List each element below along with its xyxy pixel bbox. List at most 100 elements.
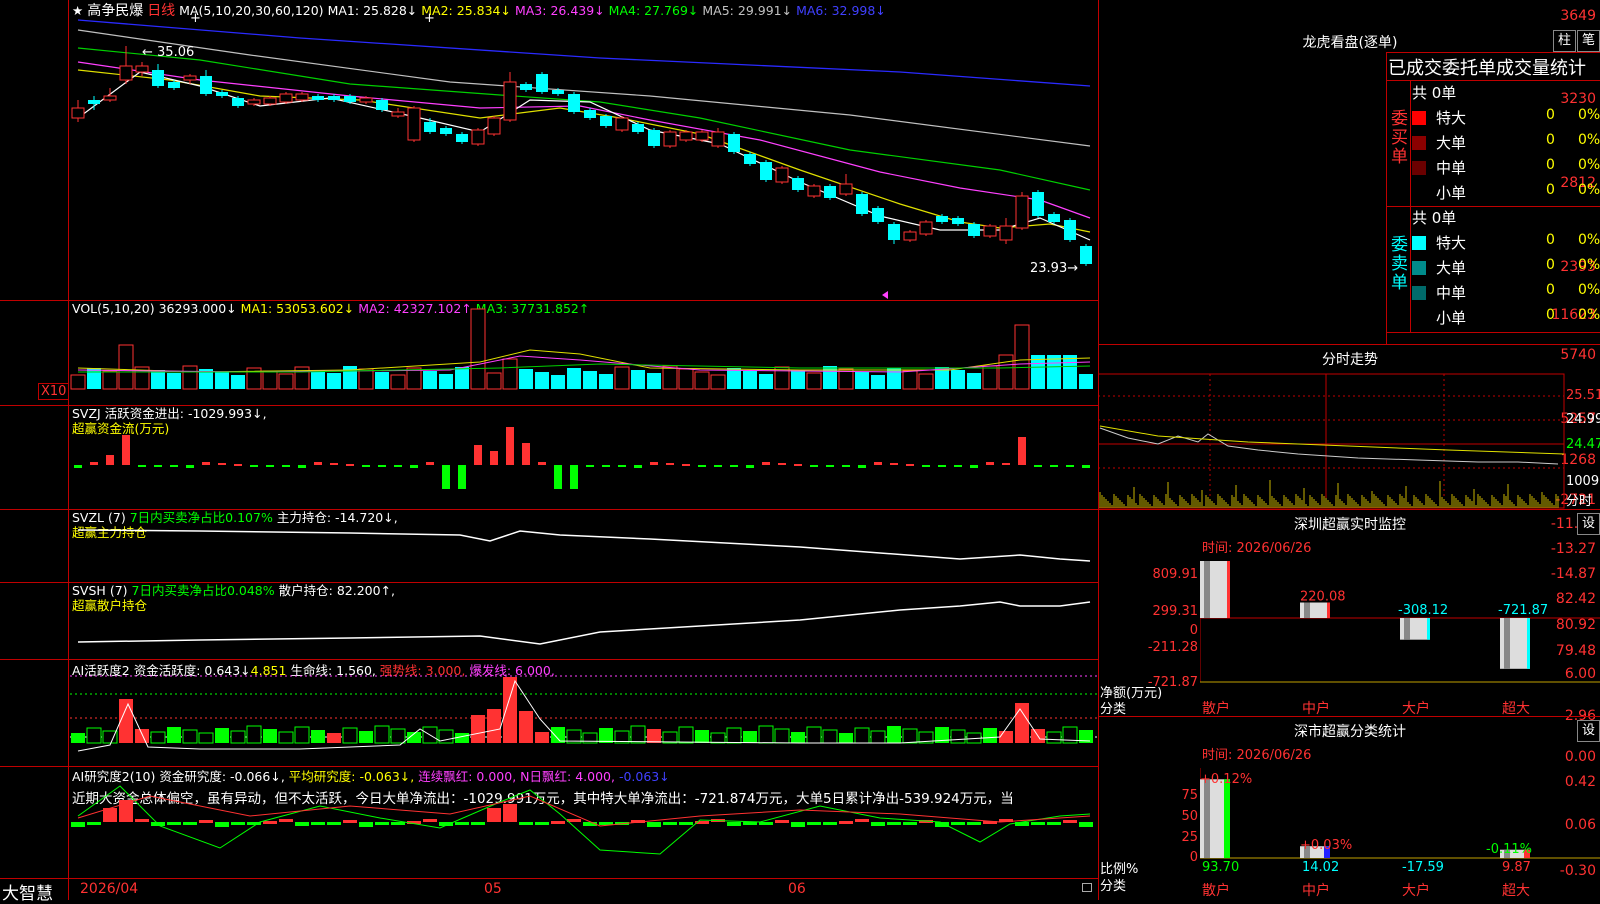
monitor-title: 深圳超赢实时监控 [1294,517,1406,533]
buy-total: 共 0单 [1412,84,1457,102]
intraday-chart[interactable] [1098,366,1600,509]
flow-bar [442,465,450,489]
price-axis-label: 3649 [1560,8,1596,24]
candle-body [999,225,1013,241]
activity-bar [390,728,406,744]
stat-bar-chart[interactable] [1200,768,1600,868]
flow-bar [1018,437,1026,465]
monitor-bar-chart[interactable]: 809.91 220.08 -308.12 -721.87 [1200,560,1600,700]
ai-active-axis-label: 0.00 [1564,749,1596,765]
flow-bar [74,465,82,468]
candle-body [263,97,277,105]
lock-icon[interactable] [1082,883,1092,892]
flow-bar [890,463,898,465]
research-bar [855,819,869,822]
monitor-time: 时间: 2026/06/26 [1202,541,1312,556]
activity-bar [71,733,85,743]
activity-bar [278,731,294,744]
svsh-line-chart[interactable] [0,582,1098,659]
activity-bar [662,731,678,744]
volume-bar [599,374,613,389]
activity-bar [86,727,102,744]
research-bar [391,822,405,825]
volume-bar [406,367,422,390]
bar-mode-button[interactable]: 柱 [1553,30,1576,52]
flow-bar [618,465,626,467]
candlestick-chart[interactable]: ← 35.06 23.93→ + + [0,0,1098,300]
volume-bar [439,374,453,389]
candle-body [600,116,612,126]
candle-body [312,96,324,100]
volume-bar [727,368,741,389]
flow-bar [570,465,578,489]
candle-body [952,218,964,224]
volume-bar [823,366,837,389]
category-label: 超大 [1502,701,1530,717]
order-percent: 0% [1578,132,1600,148]
activity-bar [678,726,694,744]
category-label: 大户 [1402,701,1430,717]
volume-bar [231,375,245,389]
tick-mode-button[interactable]: 笔 [1577,30,1600,52]
research-bar [807,822,821,825]
svzl-line-chart[interactable] [0,509,1098,582]
volume-bar [583,371,597,389]
stat-settings-button[interactable]: 设 [1577,720,1600,742]
candle-body [807,185,821,197]
activity-bar [198,732,214,744]
activity-bar [983,728,997,743]
category-label: 中户 [1302,883,1330,899]
research-bar [951,822,965,825]
order-percent: 0% [1578,107,1600,123]
volume-bar [102,370,118,390]
research-bar [887,822,901,825]
candle-body [856,194,868,214]
volume-bar [614,366,630,390]
research-bar [183,822,197,825]
research-bar [503,804,517,822]
monitor-x-unit: 分类 [1100,702,1127,717]
flow-bar [970,465,978,468]
candle-body [824,186,836,198]
activity-bar [359,731,373,743]
flow-bar [1066,465,1074,467]
flow-bar [298,465,306,468]
volume-bar [1047,355,1061,389]
volume-bar [902,370,918,390]
order-size-label: 小单 [1436,184,1467,202]
svzl-axis-label: -13.27 [1550,541,1596,557]
stat-pct-label: -0.11% [1486,842,1532,857]
candle-body [279,93,293,103]
stat-time: 时间: 2026/06/26 [1202,748,1312,763]
research-bar [743,822,757,825]
volume-chart[interactable] [0,300,1098,405]
research-bar [263,821,277,824]
stat-axis-label: 50 [1181,809,1198,824]
candle-body [503,81,517,121]
order-size-label: 特大 [1436,109,1467,127]
order-size-label: 大单 [1436,259,1467,277]
monitor-bar [1300,602,1330,618]
monitor-bar [1500,618,1530,669]
order-stats-bottom [1386,332,1600,333]
legend-swatch [1412,186,1426,200]
flow-bar [714,465,722,467]
svzj-bar-chart[interactable] [0,405,1098,509]
order-percent: 0% [1578,282,1600,298]
candle-body [232,98,244,106]
flow-bar [266,465,274,467]
legend-swatch [1412,111,1426,125]
volume-bar [390,374,406,390]
monitor-settings-button[interactable]: 设 [1577,513,1600,535]
ai-active-chart[interactable] [0,659,1098,766]
ai-research-chart[interactable] [0,766,1098,878]
buy-section-divider [1386,80,1600,81]
volume-bar [519,369,533,389]
activity-bar [758,725,774,744]
flow-bar [682,464,690,466]
research-bar [839,821,853,824]
research-bar [823,822,837,825]
candle-body [775,167,789,183]
candle-body [407,107,421,141]
stat-pct-label: +0.12% [1200,772,1253,787]
